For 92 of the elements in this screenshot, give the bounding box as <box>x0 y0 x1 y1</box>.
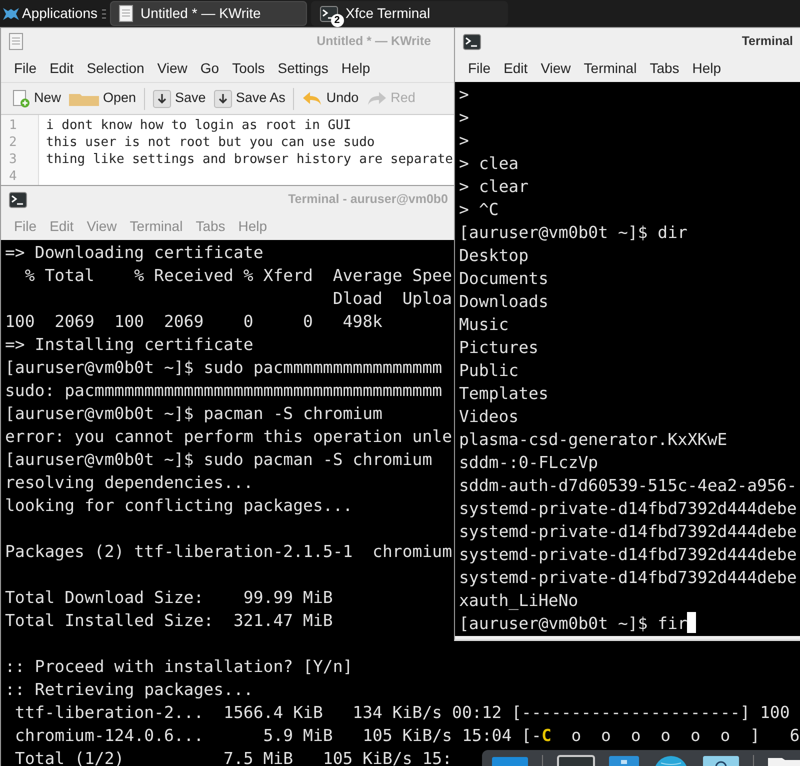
terminal-line: systemd-private-d14fbd7392d444debe <box>459 499 797 518</box>
taskbar-button[interactable]: Untitled * — KWrite <box>110 1 306 26</box>
terminal-line: [auruser@vm0b0t ~]$ pacman -S chromium <box>5 404 382 423</box>
line-number: 3 <box>9 152 17 167</box>
terminal-line: Music <box>459 315 509 334</box>
terminal-icon <box>320 6 338 22</box>
menu-item[interactable]: Go <box>200 58 220 79</box>
save-button[interactable]: Save <box>150 86 209 111</box>
terminal-line: sddm-auth-d7d60539-515c-4ea2-a956- <box>459 476 797 495</box>
terminal-line: Total Installed Size: 321.47 MiB <box>5 611 333 630</box>
terminal-line: > clear <box>459 177 529 196</box>
window-title: Terminal - auruser@vm0b0 <box>288 191 448 208</box>
terminal-line: Documents <box>459 269 548 288</box>
save-icon <box>214 90 232 108</box>
document-icon <box>9 33 23 50</box>
terminal-line: Dload Uploa <box>332 289 452 308</box>
menu-item[interactable]: Help <box>341 58 370 79</box>
terminal-line: [auruser@vm0b0t ~]$ dir <box>459 223 688 242</box>
menu-item[interactable]: Tabs <box>650 58 680 79</box>
terminal-line: 100 2069 100 2069 0 0 498k <box>5 312 382 331</box>
terminal-line: Total (1/2) 7.5 MiB 105 KiB/s 15: <box>14 749 452 766</box>
menu-item[interactable]: Help <box>692 58 722 79</box>
terminal-line: :: Proceed with installation? [Y/n] <box>5 657 353 676</box>
menu-item[interactable]: Tools <box>232 58 265 79</box>
terminal-line: Pictures <box>459 338 538 357</box>
terminal-line: sudo: pacmmmmmmmmmmmmmmmmmmmmmmmmmmmmmmmmmmm <box>5 381 442 400</box>
terminal-line: > <box>459 85 469 104</box>
menu-item[interactable]: Terminal <box>584 58 637 79</box>
applications-menu[interactable]: Applications <box>2 3 98 24</box>
editor-line: thing like settings and browser history are separate <box>46 152 453 167</box>
line-number: 1 <box>9 118 17 133</box>
terminal-line: Downloads <box>459 292 548 311</box>
terminal-line: plasma-csd-generator.KxXKwE <box>459 430 728 449</box>
line-number: 2 <box>9 135 17 150</box>
editor-line: this user is not root but you can use sudo <box>46 135 375 150</box>
terminal-line: systemd-private-d14fbd7392d444debe <box>459 545 797 564</box>
terminal-line: [auruser@vm0b0t ~]$ fir <box>459 614 688 633</box>
line-number: 4 <box>9 169 17 184</box>
terminal-line: > ^C <box>459 200 499 219</box>
redo-icon <box>366 91 387 106</box>
terminal-icon <box>9 192 27 208</box>
menu-item[interactable]: File <box>14 58 37 79</box>
terminal-line: resolving dependencies... <box>5 473 254 492</box>
save-as-button[interactable]: Save As <box>210 86 288 111</box>
undo-button[interactable]: Undo <box>299 86 362 111</box>
menu-item[interactable]: Edit <box>50 58 74 79</box>
terminal-line: => Installing certificate <box>5 335 254 354</box>
terminal-line: Public <box>459 361 519 380</box>
terminal-line: > <box>459 131 469 150</box>
menu-item[interactable]: View <box>157 58 188 79</box>
terminal-line: looking for conflicting packages... <box>5 496 353 515</box>
terminal-line: [auruser@vm0b0t ~]$ sudo pacman -S chromium <box>5 450 432 469</box>
terminal-line: Videos <box>459 407 519 426</box>
terminal-line: Desktop <box>459 246 529 265</box>
terminal-line: xauth_LiHeNo <box>459 591 578 610</box>
window-icon <box>609 755 639 766</box>
terminal-line: [auruser@vm0b0t ~]$ sudo pacmmmmmmmmmmmmmmmm <box>5 358 442 377</box>
terminal-line: error: you cannot perform this operation unle <box>5 427 452 446</box>
globe-icon <box>653 755 689 766</box>
terminal-icon <box>557 755 595 766</box>
terminal-line: :: Retrieving packages... <box>5 680 254 699</box>
terminal-line: => Downloading certificate <box>5 243 264 262</box>
editor-line: i dont know how to login as root in GUI <box>46 118 352 133</box>
folder-icon <box>69 92 100 106</box>
undo-icon <box>302 91 322 106</box>
save-icon <box>153 90 172 108</box>
menu-item[interactable]: File <box>468 58 491 79</box>
taskbar-button[interactable]: 2 Xfce Terminal <box>310 1 508 26</box>
menu-item[interactable]: Settings <box>278 58 328 79</box>
screenshot-icon <box>703 755 739 766</box>
terminal-line: Total Download Size: 99.99 MiB <box>5 588 333 607</box>
terminal-line: systemd-private-d14fbd7392d444debe <box>459 522 797 541</box>
window-title: Terminal <box>742 33 793 50</box>
terminal-icon <box>463 34 481 50</box>
terminal-line: Templates <box>459 384 548 403</box>
terminal-line: % Total % Received % Xferd Average Spee <box>24 266 452 285</box>
terminal-line: ttf-liberation-2... 1566.4 KiB 134 KiB/s 00:12 [----------------------] 100 <box>14 703 790 722</box>
new-document-icon <box>12 90 30 108</box>
document-icon <box>118 5 132 22</box>
terminal-line: > <box>459 108 469 127</box>
terminal-line: Packages (2) ttf-liberation-2.1.5-1 chromium <box>5 542 452 561</box>
open-button[interactable]: Open <box>66 86 140 111</box>
terminal-line: > clea <box>459 154 519 173</box>
terminal-line: systemd-private-d14fbd7392d444debe <box>459 568 797 587</box>
terminal-line: chromium-124.0.6... 5.9 MiB 105 KiB/s 15:04 [-C o o o o o o ] 6 <box>14 726 800 745</box>
new-button[interactable]: New <box>9 86 64 111</box>
menu-item[interactable]: View <box>540 58 571 79</box>
desktop-icon <box>492 755 528 766</box>
menu-item[interactable]: Selection <box>86 58 144 79</box>
menu-item[interactable]: Edit <box>504 58 528 79</box>
terminal-line: sddm-:0-FLczVp <box>459 453 598 472</box>
window-title: Untitled * — KWrite <box>316 33 431 50</box>
